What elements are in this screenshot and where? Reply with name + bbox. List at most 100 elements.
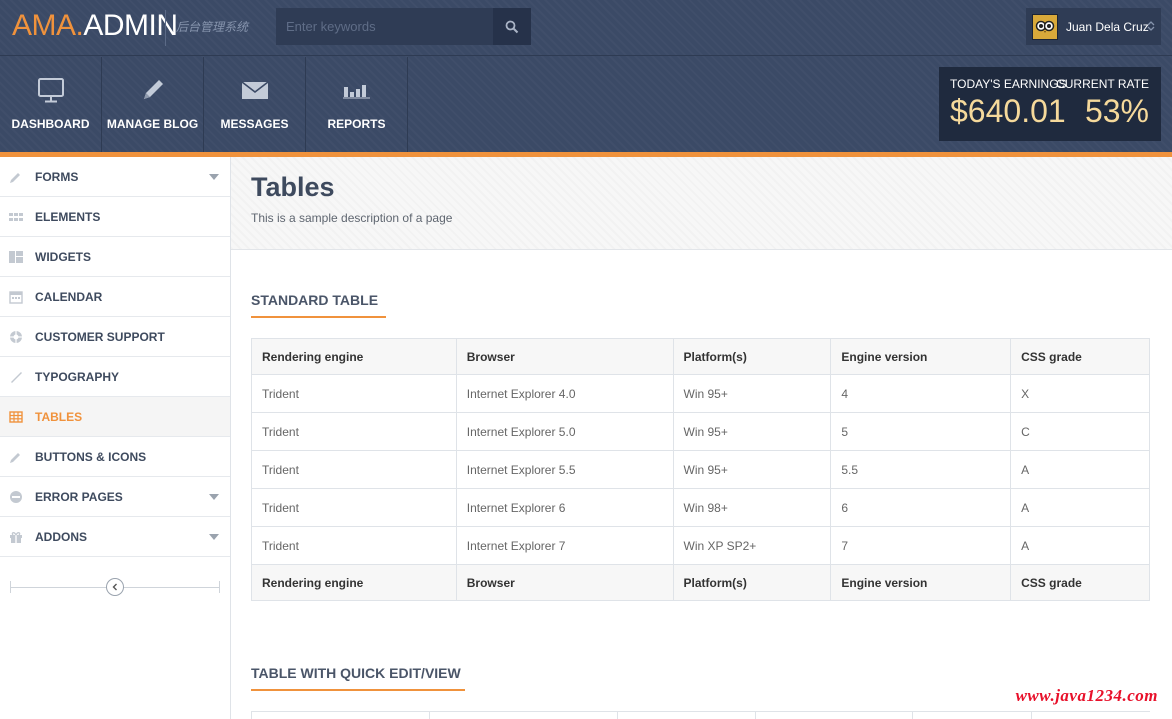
sidebar-label-buttons-icons: BUTTONS & ICONS	[35, 450, 147, 464]
brush-icon	[11, 372, 22, 383]
table-row: Trident Internet Explorer 6 Win 98+ 6 A	[251, 488, 1150, 527]
page-title: Tables	[251, 172, 335, 202]
bar-chart-icon	[342, 85, 370, 99]
table-cell: Internet Explorer 7	[455, 526, 674, 565]
sidebar-label-error-pages: ERROR PAGES	[35, 490, 123, 504]
column-header[interactable]: Rendering engine	[251, 338, 457, 375]
quick-edit-table-title: TABLE WITH QUICK EDIT/VIEW	[251, 665, 461, 681]
section-title-standard-table: STANDARD TABLE	[251, 292, 386, 318]
table-cell: Trident	[251, 412, 457, 451]
rate-value: 53%	[1084, 93, 1149, 129]
main-nav: DASHBOARD MANAGE BLOG MESSAGES REPORTS	[0, 57, 408, 152]
header: AMA.ADMIN 后台管理系统 Enter keywords Juan Del…	[0, 0, 1172, 152]
sidebar-label-calendar: CALENDAR	[35, 290, 103, 304]
column-header[interactable]: Browser	[455, 564, 674, 601]
quick-edit-col	[618, 712, 756, 719]
sidebar-label-forms: FORMS	[35, 170, 79, 184]
chevron-updown-icon	[1147, 21, 1155, 31]
search-input[interactable]	[276, 8, 494, 45]
table-cell: 4	[830, 374, 1012, 413]
sidebar: FORMS ELEMENTS WIDGETS CALENDAR CUSTOMER…	[0, 157, 231, 719]
rate-label: CURRENT RATE	[1056, 77, 1149, 91]
standard-table: Rendering engine Browser Platform(s) Engine…	[251, 338, 1150, 601]
table-row: Trident Internet Explorer 5.0 Win 95+ 5 C	[251, 412, 1150, 451]
column-header[interactable]: CSS grade	[1010, 564, 1150, 601]
sidebar-collapse-button[interactable]	[106, 578, 124, 596]
collapse-tick-right	[219, 581, 220, 593]
avatar	[1032, 13, 1058, 40]
table-cell: Internet Explorer 6	[455, 488, 674, 527]
owl-avatar-icon	[1035, 20, 1055, 33]
logo-divider	[165, 10, 166, 46]
page-header: Tables This is a sample description of a…	[231, 157, 1172, 250]
watermark: www.java1234.com	[1015, 686, 1158, 705]
chevron-left-icon	[112, 583, 117, 591]
no-entry-icon	[10, 491, 22, 503]
column-header[interactable]: CSS grade	[1010, 338, 1150, 375]
sidebar-item-elements[interactable]: ELEMENTS	[0, 197, 230, 237]
table-cell: Internet Explorer 4.0	[455, 374, 674, 413]
table-cell: Trident	[251, 488, 457, 527]
table-cell: Win 98+	[672, 488, 832, 527]
table-footer-row: Rendering engine Browser Platform(s) Engine…	[251, 564, 1150, 601]
nav-item-manage-blog[interactable]: MANAGE BLOG	[102, 57, 204, 152]
search-icon	[505, 20, 519, 33]
sidebar-item-widgets[interactable]: WIDGETS	[0, 237, 230, 277]
calendar-icon	[9, 291, 23, 304]
table-cell: 7	[830, 526, 1012, 565]
column-header[interactable]: Browser	[455, 338, 674, 375]
sidebar-item-customer-support[interactable]: CUSTOMER SUPPORT	[0, 317, 230, 357]
sidebar-item-typography[interactable]: TYPOGRAPHY	[0, 357, 230, 397]
quick-edit-col	[252, 712, 430, 719]
table-cell: Trident	[251, 374, 457, 413]
sidebar-item-calendar[interactable]: CALENDAR	[0, 277, 230, 317]
topbar: AMA.ADMIN 后台管理系统 Enter keywords Juan Del…	[0, 0, 1172, 56]
logo-part-2: ADMIN	[83, 9, 178, 42]
table-cell: 6	[830, 488, 1012, 527]
table-cell: A	[1010, 488, 1150, 527]
section-underline	[251, 316, 386, 318]
logo[interactable]: AMA.ADMIN	[12, 9, 178, 43]
search-button[interactable]	[493, 8, 531, 45]
chevron-down-icon	[209, 494, 219, 500]
sidebar-item-buttons-icons[interactable]: BUTTONS & ICONS	[0, 437, 230, 477]
column-header[interactable]: Platform(s)	[672, 564, 832, 601]
quick-edit-table-header	[251, 711, 1150, 719]
column-header[interactable]: Engine version	[830, 338, 1012, 375]
sidebar-item-forms[interactable]: FORMS	[0, 157, 230, 197]
pencil-icon	[143, 80, 163, 99]
logo-part-1: AMA.	[12, 9, 84, 42]
sidebar-label-customer-support: CUSTOMER SUPPORT	[35, 330, 165, 344]
todays-earnings: TODAY'S EARNINGS $640.01	[950, 77, 1067, 130]
table-cell: 5	[830, 412, 1012, 451]
table-cell: Win 95+	[672, 412, 832, 451]
quick-edit-col	[913, 712, 1032, 719]
gift-icon	[10, 532, 22, 543]
sidebar-label-addons: ADDONS	[35, 530, 88, 544]
user-name: Juan Dela Cruz	[1066, 19, 1149, 34]
nav-item-reports[interactable]: REPORTS	[306, 57, 408, 152]
monitor-icon	[37, 78, 64, 103]
nav-label-dashboard: DASHBOARD	[11, 117, 90, 131]
table-row: Trident Internet Explorer 5.5 Win 95+ 5.5 A	[251, 450, 1150, 489]
nav-item-dashboard[interactable]: DASHBOARD	[0, 57, 102, 152]
sidebar-item-tables[interactable]: TABLES	[0, 397, 230, 437]
table-cell: 5.5	[830, 450, 1012, 489]
stats-panel: TODAY'S EARNINGS $640.01 CURRENT RATE 53…	[939, 67, 1161, 141]
column-header[interactable]: Rendering engine	[251, 564, 457, 601]
table-header-row: Rendering engine Browser Platform(s) Engine…	[251, 338, 1150, 375]
sidebar-label-typography: TYPOGRAPHY	[35, 370, 120, 384]
column-header[interactable]: Engine version	[830, 564, 1012, 601]
user-menu[interactable]: Juan Dela Cruz	[1026, 8, 1161, 45]
table-cell: A	[1010, 526, 1150, 565]
column-header[interactable]: Platform(s)	[672, 338, 832, 375]
table-cell: A	[1010, 450, 1150, 489]
table-cell: C	[1010, 412, 1150, 451]
page-description: This is a sample description of a page	[251, 211, 453, 225]
sidebar-item-error-pages[interactable]: ERROR PAGES	[0, 477, 230, 517]
quick-edit-col	[430, 712, 618, 719]
table-cell: Trident	[251, 450, 457, 489]
table-row: Trident Internet Explorer 4.0 Win 95+ 4 X	[251, 374, 1150, 413]
sidebar-item-addons[interactable]: ADDONS	[0, 517, 230, 557]
nav-item-messages[interactable]: MESSAGES	[204, 57, 306, 152]
